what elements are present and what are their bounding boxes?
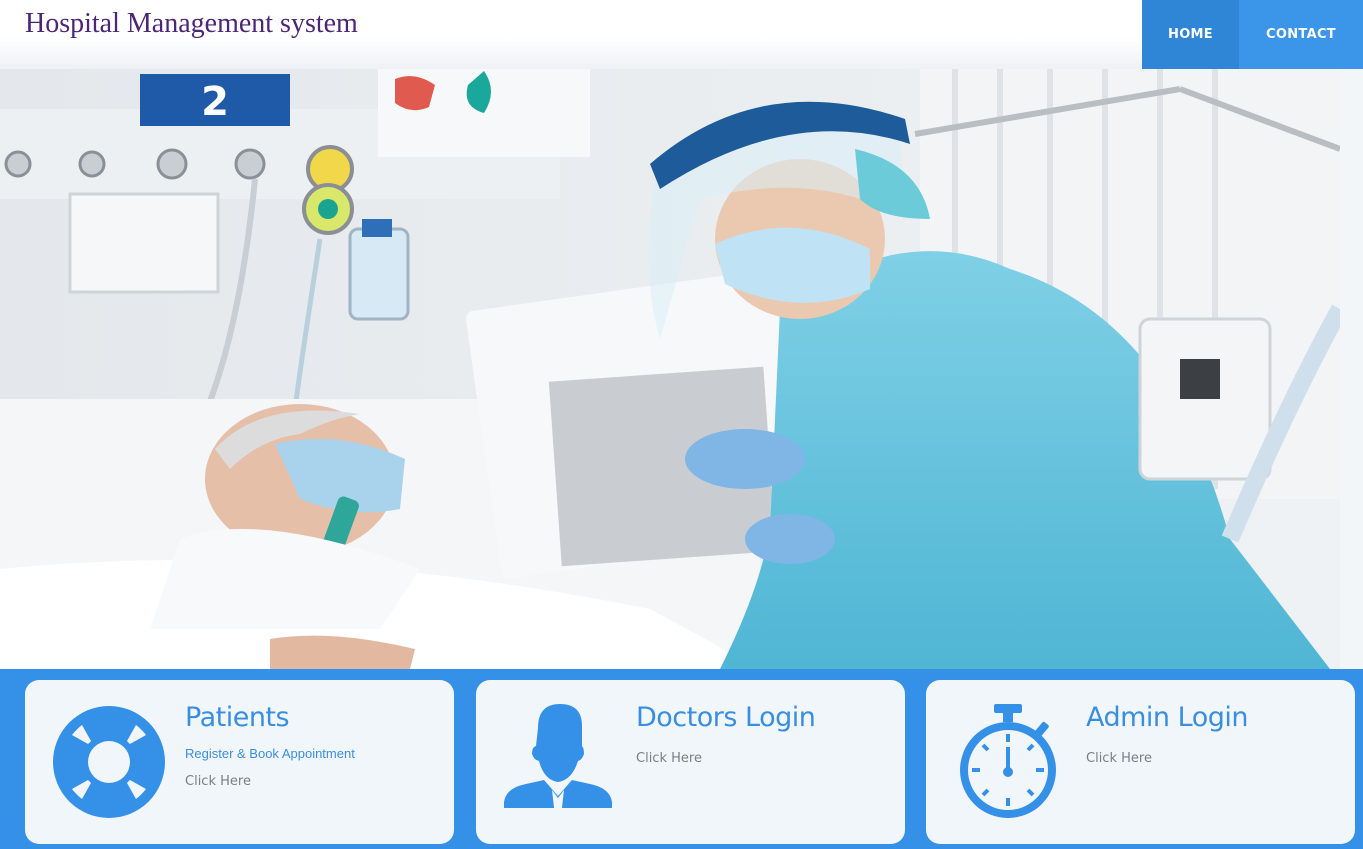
doctors-click-here-link[interactable]: Click Here	[636, 751, 702, 766]
doctors-login-title: Doctors Login	[636, 702, 816, 733]
patients-title: Patients	[185, 702, 290, 733]
room-number: 2	[201, 79, 229, 125]
hospital-room-illustration: 2	[0, 69, 1340, 669]
patients-subtitle: Register & Book Appointment	[185, 746, 355, 761]
site-title: Hospital Management system	[25, 8, 358, 39]
admin-login-card[interactable]: Admin Login Click Here	[926, 680, 1355, 844]
admin-click-here-link[interactable]: Click Here	[1086, 751, 1152, 766]
patients-card[interactable]: Patients Register & Book Appointment Cli…	[25, 680, 454, 844]
lifebuoy-icon	[53, 706, 165, 818]
hero-side-strip	[1340, 69, 1363, 669]
doctor-icon	[504, 704, 612, 822]
nav-contact-link[interactable]: CONTACT	[1239, 0, 1363, 69]
hero-image: 2	[0, 69, 1340, 669]
nav-home-link[interactable]: HOME	[1142, 0, 1239, 69]
main-nav: HOME CONTACT	[1142, 0, 1363, 69]
doctors-login-card[interactable]: Doctors Login Click Here	[476, 680, 905, 844]
stopwatch-icon	[960, 704, 1056, 818]
site-header: Hospital Management system HOME CONTACT	[0, 0, 1363, 69]
admin-login-title: Admin Login	[1086, 702, 1248, 733]
patients-click-here-link[interactable]: Click Here	[185, 774, 251, 789]
